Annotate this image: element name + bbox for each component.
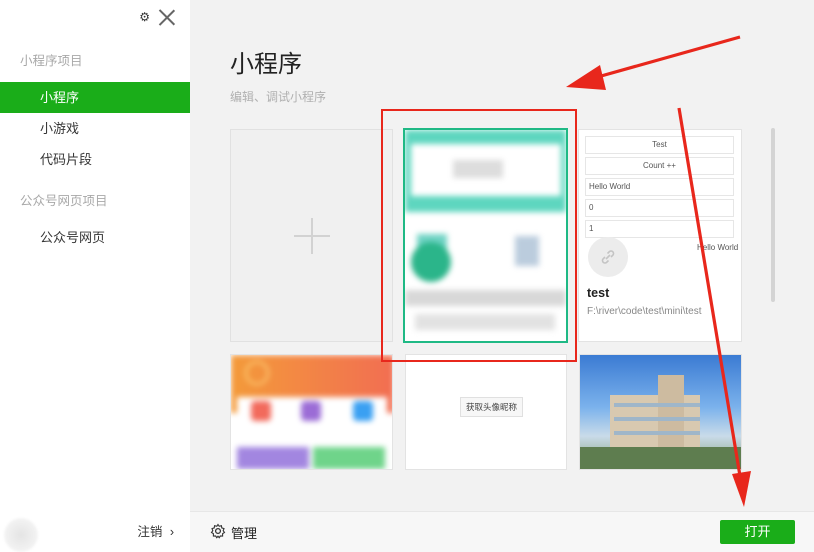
arrow-to-card-head [566,65,606,90]
arrow-to-open-head [732,471,751,507]
arrow-to-open-shaft [677,107,742,477]
annotation-arrows [566,35,751,507]
arrow-to-card-shaft [593,35,741,80]
